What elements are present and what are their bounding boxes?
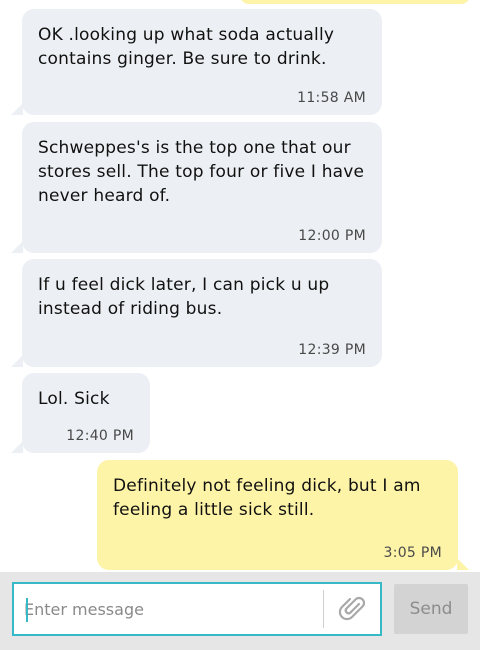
text-cursor xyxy=(26,598,28,622)
message-bubble-incoming[interactable]: OK .looking up what soda actually contai… xyxy=(11,9,382,115)
message-timestamp: 12:39 PM xyxy=(298,342,366,358)
message-text: Lol. Sick xyxy=(38,389,110,409)
message-text: OK .looking up what soda actually contai… xyxy=(38,25,335,69)
message-timestamp: 12:40 PM xyxy=(66,428,134,444)
message-thread[interactable]: OK .looking up what soda actually contai… xyxy=(0,0,480,572)
message-text: Definitely not feeling dick, but I am fe… xyxy=(113,476,421,520)
message-bubble-incoming[interactable]: If u feel dick later, I can pick u up in… xyxy=(11,259,382,367)
message-input[interactable] xyxy=(14,584,323,634)
message-timestamp: 3:05 PM xyxy=(383,545,442,561)
send-button[interactable]: Send xyxy=(394,584,468,634)
message-text: If u feel dick later, I can pick u up in… xyxy=(38,275,330,319)
message-bubble-incoming[interactable]: Schweppes's is the top one that our stor… xyxy=(11,122,382,253)
message-bubble-outgoing[interactable]: Definitely not feeling dick, but I am fe… xyxy=(97,460,469,570)
message-composer: Send xyxy=(0,572,480,650)
message-text: Schweppes's is the top one that our stor… xyxy=(38,138,365,206)
paperclip-icon[interactable] xyxy=(334,590,372,628)
message-timestamp: 11:58 AM xyxy=(297,90,366,106)
message-timestamp: 12:00 PM xyxy=(298,228,366,244)
previous-outgoing-bubble-edge xyxy=(240,0,470,4)
message-bubble-incoming[interactable]: Lol. Sick 12:40 PM xyxy=(11,373,150,453)
message-input-container[interactable] xyxy=(12,582,382,636)
input-divider xyxy=(323,590,324,628)
sms-conversation-screen: OK .looking up what soda actually contai… xyxy=(0,0,480,650)
